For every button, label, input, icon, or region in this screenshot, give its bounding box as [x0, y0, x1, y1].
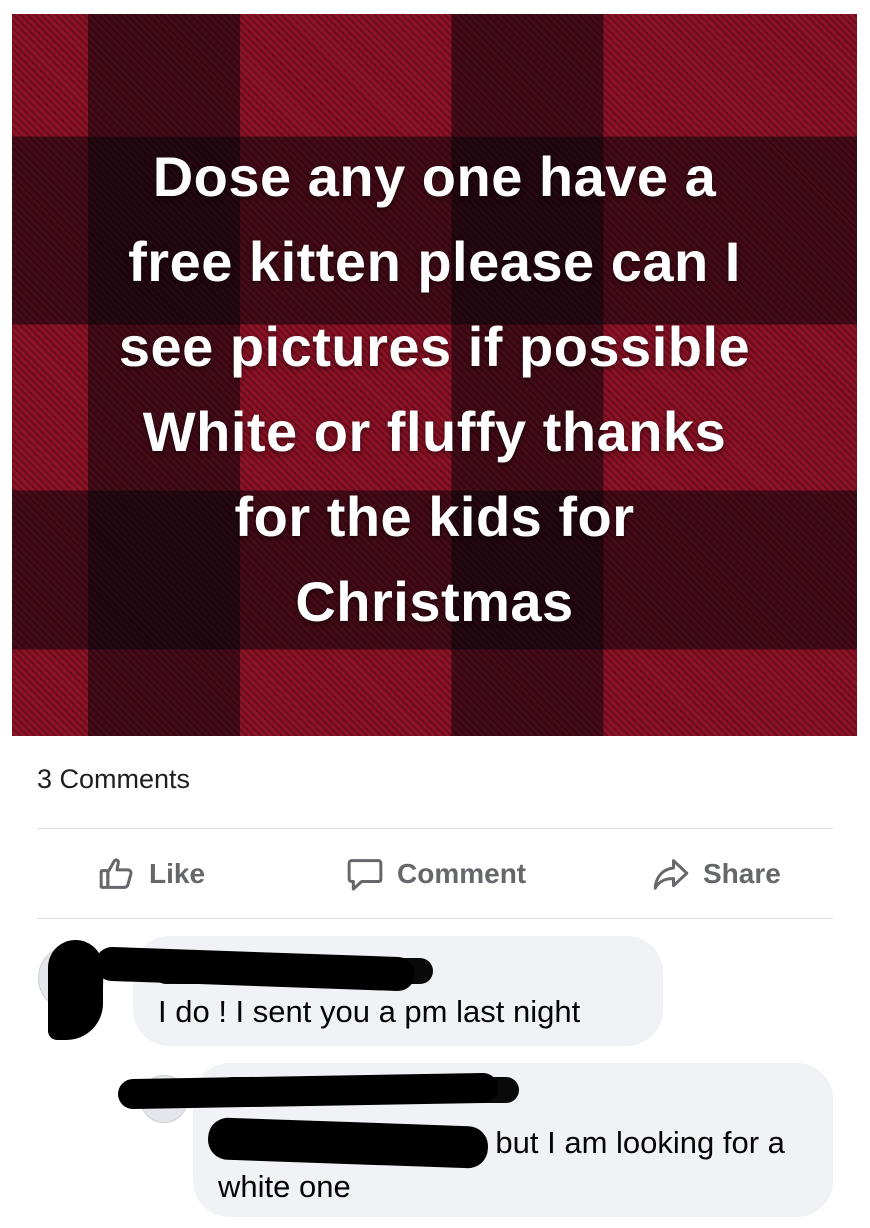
- comment-button[interactable]: Comment: [345, 840, 526, 908]
- thumbs-up-icon: [99, 858, 133, 889]
- comments-count[interactable]: 3 Comments: [37, 764, 190, 795]
- redaction-mark: [48, 940, 103, 1040]
- post-image[interactable]: Dose any one have a free kitten please c…: [12, 14, 857, 736]
- divider: [37, 918, 833, 919]
- action-bar: Like Comment Share: [37, 840, 833, 908]
- comment-icon: [347, 859, 383, 891]
- like-button[interactable]: Like: [97, 840, 205, 908]
- share-label: Share: [703, 858, 781, 889]
- divider: [37, 828, 833, 829]
- share-button[interactable]: Share: [651, 840, 781, 908]
- comment-label: Comment: [397, 858, 527, 889]
- comment-text: I do ! I sent you a pm last night: [158, 994, 581, 1029]
- like-label: Like: [149, 858, 206, 889]
- post-image-text: Dose any one have a free kitten please c…: [118, 145, 751, 633]
- share-icon: [653, 859, 689, 890]
